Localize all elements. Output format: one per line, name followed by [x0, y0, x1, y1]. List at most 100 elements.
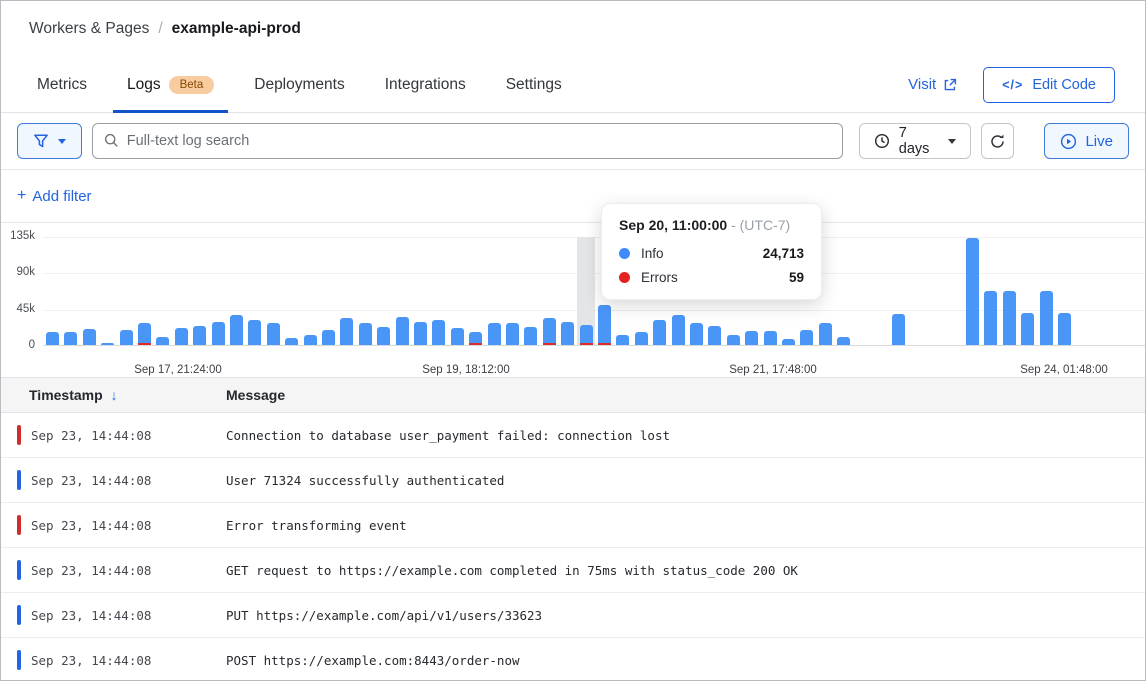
chart-bar[interactable] [377, 327, 390, 345]
chart-bar[interactable] [175, 328, 188, 345]
log-row[interactable]: Sep 23, 14:44:08 User 71324 successfully… [1, 458, 1145, 503]
log-level-indicator-info [17, 605, 21, 625]
chart-bar-error-segment [469, 343, 482, 345]
chart-bar[interactable] [837, 337, 850, 345]
chart-bar[interactable] [745, 331, 758, 345]
chart-bar[interactable] [138, 323, 151, 345]
chart-bar[interactable] [359, 323, 372, 345]
chart-bar[interactable] [432, 320, 445, 345]
chart-bar[interactable] [727, 335, 740, 345]
live-button[interactable]: Live [1044, 123, 1129, 159]
chart-bar[interactable] [892, 314, 905, 345]
chart-bar[interactable] [267, 323, 280, 345]
log-timestamp: Sep 23, 14:44:08 [31, 518, 151, 533]
chart-bar[interactable] [340, 318, 353, 345]
chart-bar[interactable] [764, 331, 777, 345]
chart-bar[interactable] [561, 322, 574, 345]
edit-code-button[interactable]: </> Edit Code [983, 67, 1115, 103]
chart-bar[interactable] [396, 317, 409, 345]
chart-bar[interactable] [782, 339, 795, 345]
chart-bar[interactable] [230, 315, 243, 345]
chart-bar[interactable] [708, 326, 721, 345]
sort-desc-icon[interactable]: ↓ [111, 387, 118, 403]
chart-bar[interactable] [672, 315, 685, 345]
chart-bar[interactable] [653, 320, 666, 345]
log-level-indicator-error [17, 425, 21, 445]
chart-bar[interactable] [543, 318, 556, 345]
log-level-indicator-info [17, 470, 21, 490]
chart-bar[interactable] [524, 327, 537, 345]
chart-bar[interactable] [212, 322, 225, 345]
breadcrumb-separator: / [158, 20, 162, 38]
chart-bar[interactable] [248, 320, 261, 345]
chart-bar[interactable] [101, 343, 114, 345]
chart-bar-error-segment [598, 343, 611, 345]
chart-bar[interactable] [1058, 313, 1071, 345]
tab-metrics[interactable]: Metrics [23, 57, 101, 112]
search-icon [103, 132, 120, 149]
code-icon: </> [1002, 78, 1023, 92]
add-filter-button[interactable]: + Add filter [17, 188, 92, 205]
tooltip-errors-row: Errors 59 [619, 270, 804, 285]
tooltip-info-row: Info 24,713 [619, 246, 804, 261]
chart-bar[interactable] [193, 326, 206, 345]
chart-bar[interactable] [966, 238, 979, 345]
chart-bar[interactable] [1003, 291, 1016, 345]
chart-bar[interactable] [635, 332, 648, 345]
x-tick-label: Sep 21, 17:48:00 [708, 364, 838, 376]
x-tick-label: Sep 24, 01:48:00 [999, 364, 1129, 376]
log-message: GET request to https://example.com compl… [226, 563, 798, 578]
log-row[interactable]: Sep 23, 14:44:08 Error transforming even… [1, 503, 1145, 548]
breadcrumb-section[interactable]: Workers & Pages [29, 20, 149, 38]
table-header: Timestamp ↓ Message [1, 378, 1145, 413]
chart-bar[interactable] [1021, 313, 1034, 345]
tab-integrations[interactable]: Integrations [371, 57, 480, 112]
x-tick-label: Sep 19, 18:12:00 [401, 364, 531, 376]
chart-bar[interactable] [469, 332, 482, 345]
log-row[interactable]: Sep 23, 14:44:08 Connection to database … [1, 413, 1145, 458]
time-range-dropdown[interactable]: 7 days [859, 123, 971, 159]
chart-x-axis: Sep 17, 21:24:00Sep 19, 18:12:00Sep 21, … [1, 364, 1145, 380]
log-timestamp: Sep 23, 14:44:08 [31, 608, 151, 623]
log-message: Connection to database user_payment fail… [226, 428, 670, 443]
chart-bar[interactable] [83, 329, 96, 345]
add-filter-row: + Add filter [1, 170, 1145, 223]
log-row[interactable]: Sep 23, 14:44:08 POST https://example.co… [1, 638, 1145, 681]
play-circle-icon [1060, 133, 1077, 150]
chart-bar[interactable] [156, 337, 169, 345]
chart-bar[interactable] [690, 323, 703, 345]
log-row[interactable]: Sep 23, 14:44:08 GET request to https://… [1, 548, 1145, 593]
log-row[interactable]: Sep 23, 14:44:08 PUT https://example.com… [1, 593, 1145, 638]
chart-bar[interactable] [598, 305, 611, 345]
chart-bar[interactable] [414, 322, 427, 345]
chart-bar[interactable] [64, 332, 77, 345]
chart-bar[interactable] [800, 330, 813, 345]
chart-bar[interactable] [819, 323, 832, 345]
chart-bar[interactable] [451, 328, 464, 345]
chart-bar[interactable] [46, 332, 59, 345]
chart-bar[interactable] [616, 335, 629, 345]
visit-link[interactable]: Visit [908, 76, 957, 93]
tab-deployments[interactable]: Deployments [240, 57, 358, 112]
chart-bar[interactable] [580, 325, 593, 345]
refresh-button[interactable] [981, 123, 1015, 159]
beta-badge: Beta [169, 76, 215, 94]
chart-bar[interactable] [506, 323, 519, 345]
filter-menu-button[interactable] [17, 123, 82, 159]
tab-settings[interactable]: Settings [492, 57, 576, 112]
chart-bar[interactable] [488, 323, 501, 345]
breadcrumb-current: example-api-prod [172, 20, 301, 38]
chart-bar[interactable] [322, 330, 335, 345]
funnel-icon [33, 133, 49, 149]
search-input[interactable] [92, 123, 843, 159]
log-message: Error transforming event [226, 518, 407, 533]
tab-bar: Metrics Logs Beta Deployments Integratio… [1, 57, 1145, 113]
chart-bar[interactable] [984, 291, 997, 345]
timestamp-column-header[interactable]: Timestamp ↓ [29, 387, 226, 403]
chart-bar[interactable] [120, 330, 133, 345]
chart-bar[interactable] [1040, 291, 1053, 345]
tab-logs[interactable]: Logs Beta [113, 57, 228, 112]
chart-bar[interactable] [285, 338, 298, 345]
chart-bar[interactable] [304, 335, 317, 345]
chart-plot-area[interactable] [43, 237, 1145, 346]
